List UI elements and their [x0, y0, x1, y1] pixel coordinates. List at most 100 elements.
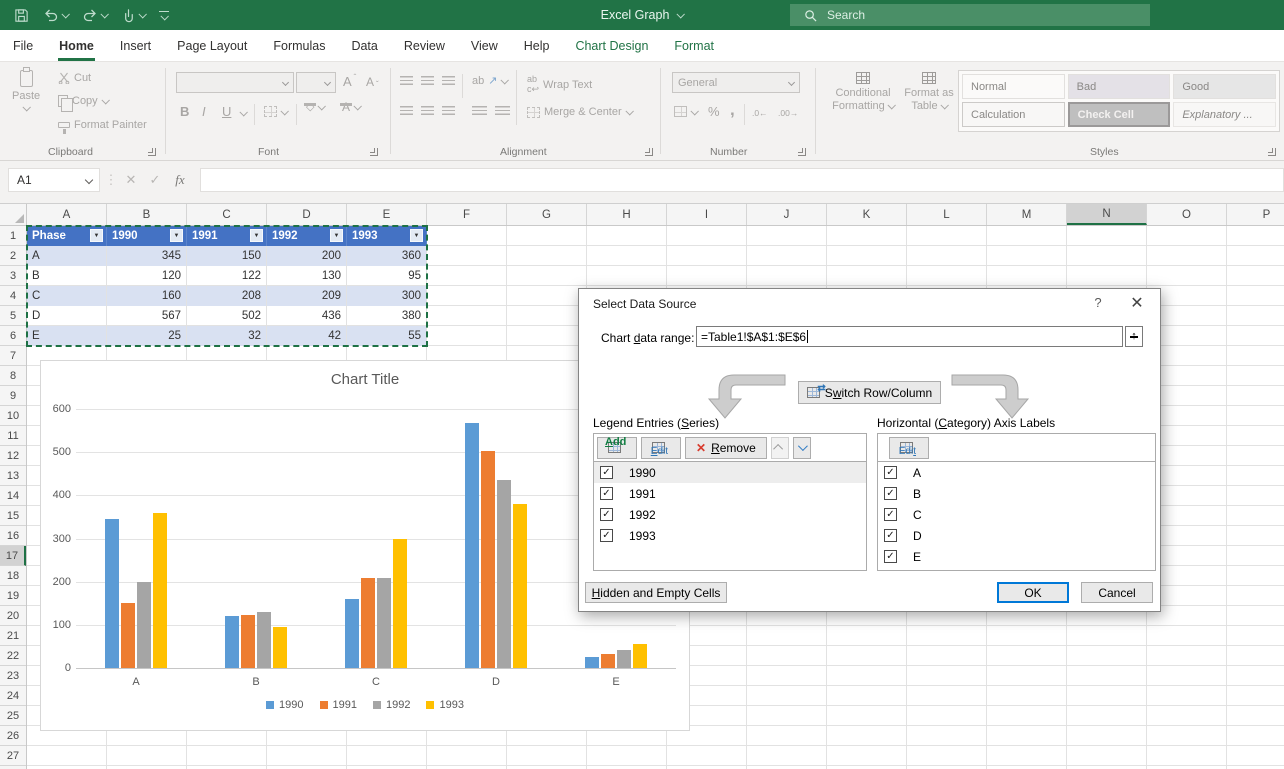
- name-box-dropdown-icon[interactable]: [85, 176, 93, 184]
- row-header-13[interactable]: 13: [0, 466, 26, 486]
- align-right-button[interactable]: [442, 106, 455, 115]
- remove-series-button[interactable]: ✕Remove: [685, 437, 767, 459]
- collapse-dialog-button[interactable]: ↑: [1125, 326, 1143, 347]
- tab-home[interactable]: Home: [46, 30, 107, 61]
- category-item-A[interactable]: ✓A: [878, 462, 1155, 483]
- style-good[interactable]: Good: [1173, 74, 1276, 99]
- table-header-cell[interactable]: Phase▼: [27, 226, 107, 246]
- underline-dropdown-icon[interactable]: [239, 108, 247, 116]
- table-cell[interactable]: 130: [267, 266, 347, 286]
- cut-button[interactable]: Cut: [58, 72, 91, 84]
- row-header-24[interactable]: 24: [0, 686, 26, 706]
- tab-formulas[interactable]: Formulas: [260, 30, 338, 61]
- row-header-25[interactable]: 25: [0, 706, 26, 726]
- merge-center-button[interactable]: Merge & Center: [527, 106, 632, 118]
- edit-axis-labels-button[interactable]: Edit: [889, 437, 929, 459]
- name-box[interactable]: A1: [8, 168, 100, 192]
- align-left-button[interactable]: [400, 106, 413, 115]
- table-cell[interactable]: 436: [267, 306, 347, 326]
- touch-mode-button[interactable]: [121, 8, 145, 23]
- row-header-23[interactable]: 23: [0, 666, 26, 686]
- chart-bar-1993-B[interactable]: [273, 627, 287, 668]
- hidden-empty-cells-button[interactable]: Hidden and Empty Cells: [585, 582, 727, 603]
- table-cell[interactable]: A: [27, 246, 107, 266]
- row-header-4[interactable]: 4: [0, 286, 26, 306]
- filter-dropdown-icon[interactable]: ▼: [170, 229, 183, 242]
- table-cell[interactable]: E: [27, 326, 107, 346]
- edit-series-button[interactable]: Edit: [641, 437, 681, 459]
- series-checkbox-1990[interactable]: ✓: [600, 466, 613, 479]
- cancel-entry-icon[interactable]: ✕: [120, 168, 142, 192]
- table-cell[interactable]: 502: [187, 306, 267, 326]
- category-checkbox-A[interactable]: ✓: [884, 466, 897, 479]
- align-center-button[interactable]: [421, 106, 434, 115]
- tab-data[interactable]: Data: [338, 30, 390, 61]
- table-cell[interactable]: 160: [107, 286, 187, 306]
- category-item-D[interactable]: ✓D: [878, 525, 1155, 546]
- row-header-9[interactable]: 9: [0, 386, 26, 406]
- accounting-format-button[interactable]: [674, 106, 697, 117]
- table-cell[interactable]: D: [27, 306, 107, 326]
- title-dropdown-icon[interactable]: [677, 10, 685, 18]
- italic-button[interactable]: I: [202, 104, 206, 119]
- format-painter-button[interactable]: Format Painter: [58, 119, 147, 131]
- tab-help[interactable]: Help: [511, 30, 563, 61]
- select-all-corner[interactable]: [0, 204, 27, 226]
- row-header-7[interactable]: 7: [0, 346, 26, 366]
- row-header-6[interactable]: 6: [0, 326, 26, 346]
- undo-dropdown-icon[interactable]: [61, 10, 69, 18]
- filter-dropdown-icon[interactable]: ▼: [410, 229, 423, 242]
- dialog-help-icon[interactable]: ?: [1088, 295, 1108, 310]
- conditional-formatting-button[interactable]: ConditionalFormatting: [828, 72, 898, 113]
- chart-bar-1991-D[interactable]: [481, 451, 495, 668]
- tab-page-layout[interactable]: Page Layout: [164, 30, 260, 61]
- decrease-font-button[interactable]: Aˇ: [366, 74, 379, 89]
- row-header-26[interactable]: 26: [0, 726, 26, 746]
- row-header-10[interactable]: 10: [0, 406, 26, 426]
- add-series-button[interactable]: Add: [597, 437, 637, 459]
- tab-review[interactable]: Review: [391, 30, 458, 61]
- font-name-select[interactable]: [176, 72, 294, 93]
- series-item-1993[interactable]: ✓1993: [594, 525, 866, 546]
- table-header-cell[interactable]: 1991▼: [187, 226, 267, 246]
- chart-bar-1990-A[interactable]: [105, 519, 119, 668]
- chart-bar-1993-D[interactable]: [513, 504, 527, 668]
- copy-dropdown-icon[interactable]: [101, 96, 109, 104]
- row-header-21[interactable]: 21: [0, 626, 26, 646]
- column-header-E[interactable]: E: [347, 204, 427, 225]
- row-header-5[interactable]: 5: [0, 306, 26, 326]
- category-checkbox-C[interactable]: ✓: [884, 508, 897, 521]
- column-header-G[interactable]: G: [507, 204, 587, 225]
- column-header-L[interactable]: L: [907, 204, 987, 225]
- increase-decimal-button[interactable]: .0←: [752, 108, 768, 118]
- chart-bar-1991-A[interactable]: [121, 603, 135, 668]
- bold-button[interactable]: B: [180, 104, 189, 119]
- tab-view[interactable]: View: [458, 30, 511, 61]
- percent-style-button[interactable]: %: [708, 104, 720, 119]
- column-header-F[interactable]: F: [427, 204, 507, 225]
- insert-function-icon[interactable]: fx: [168, 168, 192, 192]
- chart-bar-1991-C[interactable]: [361, 578, 375, 668]
- align-top-button[interactable]: [400, 76, 413, 85]
- number-format-select[interactable]: General: [672, 72, 800, 93]
- filter-dropdown-icon[interactable]: ▼: [90, 229, 103, 242]
- series-checkbox-1992[interactable]: ✓: [600, 508, 613, 521]
- row-header-27[interactable]: 27: [0, 746, 26, 766]
- column-header-C[interactable]: C: [187, 204, 267, 225]
- style-calculation[interactable]: Calculation: [962, 102, 1065, 127]
- chart-bar-1991-B[interactable]: [241, 615, 255, 668]
- table-cell[interactable]: 42: [267, 326, 347, 346]
- clipboard-launcher-icon[interactable]: [148, 148, 156, 156]
- align-bottom-button[interactable]: [442, 76, 455, 85]
- decrease-indent-button[interactable]: [472, 106, 487, 115]
- save-button[interactable]: [14, 8, 29, 23]
- chart-bar-1990-D[interactable]: [465, 423, 479, 668]
- chart-bar-1992-C[interactable]: [377, 578, 391, 668]
- table-cell[interactable]: 208: [187, 286, 267, 306]
- merge-center-dropdown-icon[interactable]: [625, 107, 633, 115]
- series-checkbox-1991[interactable]: ✓: [600, 487, 613, 500]
- increase-font-button[interactable]: Aˆ: [343, 74, 356, 89]
- table-header-cell[interactable]: 1993▼: [347, 226, 427, 246]
- chart-bar-1990-B[interactable]: [225, 616, 239, 668]
- row-header-18[interactable]: 18: [0, 566, 26, 586]
